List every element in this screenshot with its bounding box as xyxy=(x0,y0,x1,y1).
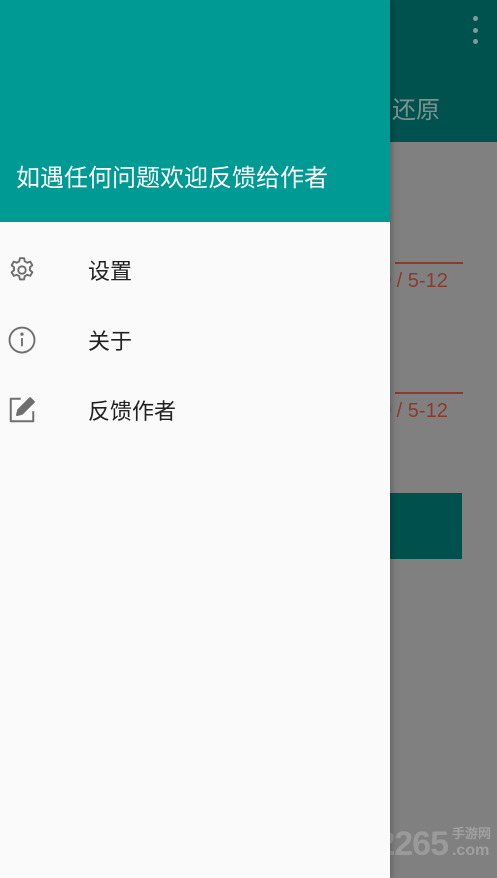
range-divider xyxy=(395,262,463,264)
tab-restore[interactable]: 还原 xyxy=(392,90,440,125)
edit-icon xyxy=(7,395,37,425)
overflow-menu-icon[interactable] xyxy=(467,16,483,44)
main-action-button[interactable] xyxy=(384,493,462,559)
drawer-menu: 设置 关于 反馈作者 xyxy=(0,235,390,445)
menu-item-label: 关于 xyxy=(88,330,133,355)
navigation-drawer: 如遇任何问题欢迎反馈给作者 设置 关于 反馈作者 xyxy=(0,0,390,878)
drawer-header-text: 如遇任何问题欢迎反馈给作者 xyxy=(16,164,328,192)
range-divider xyxy=(395,392,463,394)
drawer-header: 如遇任何问题欢迎反馈给作者 xyxy=(0,0,390,222)
watermark-text: 手游网 xyxy=(451,827,491,842)
menu-item-label: 反馈作者 xyxy=(88,400,177,425)
menu-item-label: 设置 xyxy=(88,260,133,285)
menu-item-feedback[interactable]: 反馈作者 xyxy=(0,375,390,445)
gear-icon xyxy=(7,255,37,285)
menu-item-settings[interactable]: 设置 xyxy=(0,235,390,305)
watermark-suffix: .com xyxy=(451,842,490,859)
time-range-text: 0 / 5-12 xyxy=(380,270,448,292)
info-icon xyxy=(7,325,37,355)
menu-item-about[interactable]: 关于 xyxy=(0,305,390,375)
time-range-text: 0 / 5-12 xyxy=(380,400,448,422)
watermark: 2265 手游网 .com xyxy=(376,823,491,864)
